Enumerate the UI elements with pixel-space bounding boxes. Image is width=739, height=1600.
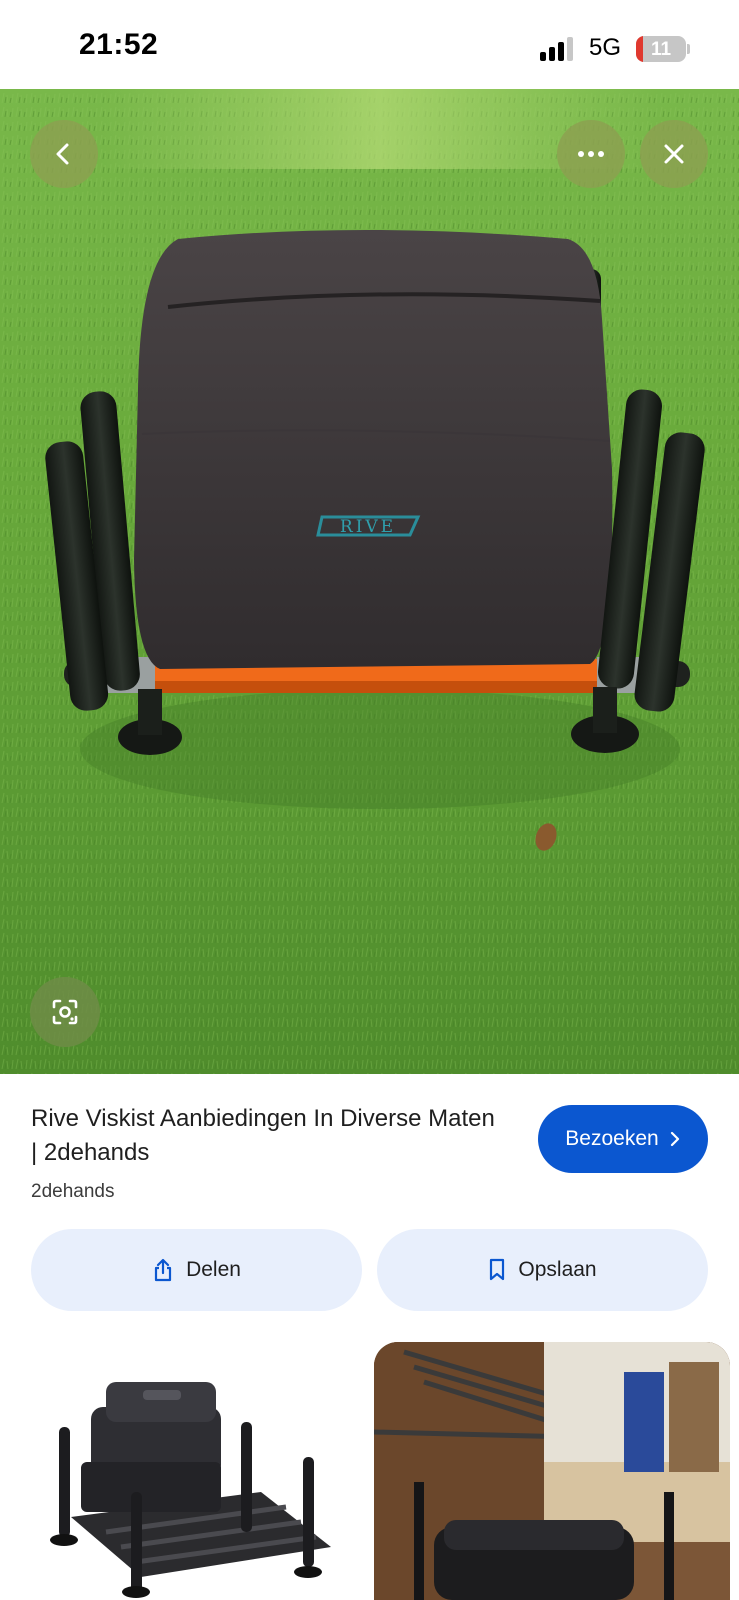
share-button-label: Delen — [186, 1258, 241, 1281]
close-button[interactable] — [640, 120, 708, 188]
chevron-left-icon — [56, 143, 69, 165]
save-button-label: Opslaan — [518, 1258, 597, 1281]
share-icon — [154, 1258, 172, 1282]
main-image: RIVE — [0, 89, 739, 1074]
status-time: 21:52 — [79, 28, 159, 61]
result-source: 2dehands — [31, 1181, 115, 1202]
save-button[interactable]: Opslaan — [377, 1229, 708, 1311]
lens-search-button[interactable] — [30, 977, 100, 1047]
related-image-seatbox-picture — [31, 1342, 361, 1600]
close-icon — [664, 144, 684, 164]
bookmark-icon — [490, 1258, 505, 1281]
bag-logo-text: RIVE — [340, 517, 396, 537]
more-options-button[interactable] — [557, 120, 625, 188]
chevron-right-icon — [670, 1131, 679, 1147]
network-label: 5G — [589, 34, 622, 61]
visit-button[interactable]: Bezoeken — [538, 1105, 708, 1173]
signal-icon — [540, 37, 578, 61]
visit-button-label: Bezoeken — [565, 1127, 659, 1150]
related-image-shop-picture — [374, 1342, 730, 1600]
result-info-panel: Rive Viskist Aanbiedingen In Diverse Mat… — [0, 1074, 739, 1600]
related-image-shop[interactable] — [374, 1342, 730, 1600]
image-viewer[interactable]: RIVE — [0, 89, 739, 1074]
related-image-seatbox[interactable] — [31, 1342, 361, 1600]
battery-icon: 11 — [636, 36, 686, 62]
back-button[interactable] — [30, 120, 98, 188]
more-horizontal-icon — [578, 151, 604, 157]
result-title[interactable]: Rive Viskist Aanbiedingen In Diverse Mat… — [31, 1102, 501, 1170]
lens-search-icon — [52, 999, 78, 1025]
battery-level: 11 — [650, 39, 672, 60]
battery-nub — [687, 44, 690, 54]
share-button[interactable]: Delen — [31, 1229, 362, 1311]
status-bar: 21:52 5G 11 — [0, 0, 739, 89]
